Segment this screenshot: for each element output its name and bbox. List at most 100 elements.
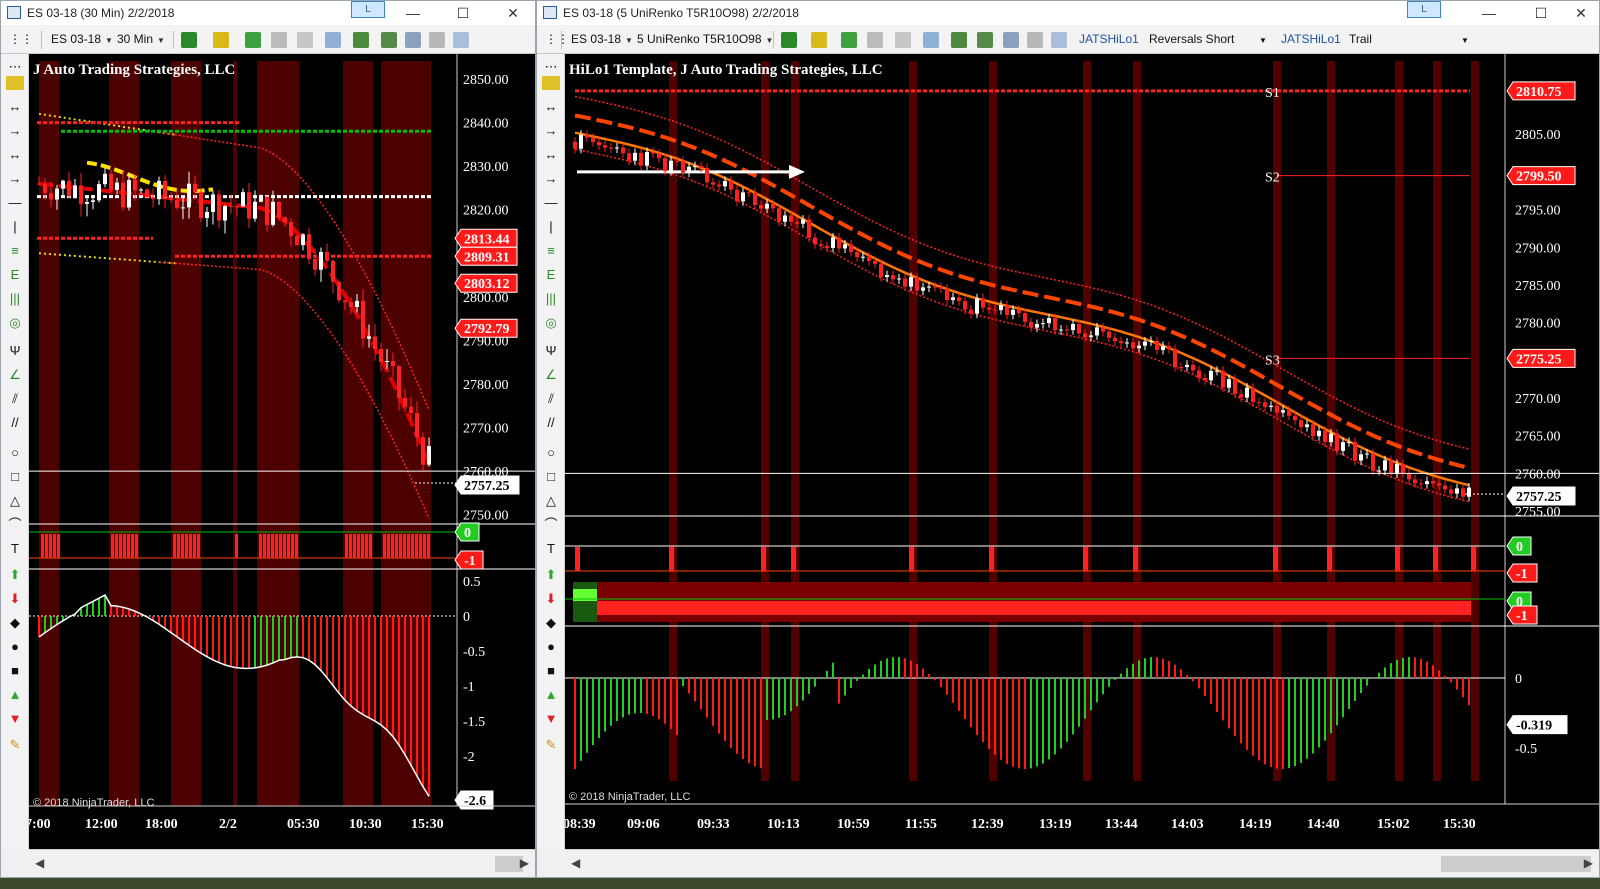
right-chart-canvas[interactable]: HiLo1 Template, J Auto Trading Strategie… <box>565 54 1600 851</box>
diamond-icon[interactable]: ◆ <box>6 616 24 630</box>
share-icon[interactable] <box>1027 32 1043 48</box>
arc-icon[interactable]: ⌒ <box>542 518 560 532</box>
interval-selector[interactable]: 5 UniRenko T5R10O98 ▼ <box>637 32 773 46</box>
arrow-line-icon[interactable]: → <box>6 172 24 186</box>
triangle-down-icon[interactable]: ▼ <box>6 712 24 726</box>
triangle-down-icon[interactable]: ▼ <box>542 712 560 726</box>
fib-circle-icon[interactable]: ◎ <box>6 316 24 330</box>
data-box-icon[interactable] <box>977 32 993 48</box>
vertical-line-icon[interactable]: | <box>6 220 24 234</box>
interval-selector[interactable]: 30 Min ▼ <box>117 32 165 46</box>
properties-icon[interactable] <box>951 32 967 48</box>
text-icon[interactable]: T <box>6 542 24 556</box>
left-horizontal-scrollbar[interactable]: ◀ ▶ <box>29 849 535 877</box>
instrument-selector[interactable]: ES 03-18 ▼ <box>571 32 633 46</box>
right-horizontal-scrollbar[interactable]: ◀ ▶ <box>565 849 1599 877</box>
ruler-icon[interactable] <box>6 76 24 90</box>
ray-icon[interactable]: → <box>542 124 560 138</box>
arrow-up-icon[interactable]: ⬆ <box>6 568 24 582</box>
link-button[interactable]: L <box>1407 1 1441 18</box>
ellipse-icon[interactable]: ○ <box>542 446 560 460</box>
fib-circle-icon[interactable]: ◎ <box>542 316 560 330</box>
indicator-button-hilo-2[interactable]: JATSHiLo1 <box>1281 32 1341 46</box>
gann-fan-icon[interactable]: ∠ <box>6 368 24 382</box>
close-button[interactable]: ✕ <box>1561 4 1599 22</box>
pointer-icon[interactable] <box>297 32 313 48</box>
minimize-button[interactable]: — <box>393 4 433 22</box>
rectangle-icon[interactable]: □ <box>542 470 560 484</box>
add-indicator-icon[interactable] <box>841 32 857 48</box>
fib-time-icon[interactable]: ||| <box>542 292 560 306</box>
scroll-left-icon[interactable]: ◀ <box>571 856 580 870</box>
ruler-icon[interactable] <box>542 76 560 90</box>
scroll-thumb[interactable] <box>1441 856 1591 872</box>
arrow-down-icon[interactable]: ⬇ <box>542 592 560 606</box>
line-icon[interactable]: ↔ <box>6 100 24 114</box>
left-chart-panel[interactable]: J Auto Trading Strategies, LLC 2850.00 284… <box>29 54 536 851</box>
fib-extension-icon[interactable]: E <box>6 268 24 282</box>
arrow-up-icon[interactable]: ⬆ <box>542 568 560 582</box>
scroll-left-icon[interactable]: ◀ <box>35 856 44 870</box>
bars-type-icon[interactable] <box>781 32 797 48</box>
zoom-icon[interactable] <box>325 32 341 48</box>
fibonacci-icon[interactable]: ≡ <box>6 244 24 258</box>
ray-icon[interactable]: → <box>6 124 24 138</box>
triangle-icon[interactable]: △ <box>6 494 24 508</box>
arrow-line-icon[interactable]: → <box>542 172 560 186</box>
triangle-up-icon[interactable]: ▲ <box>6 688 24 702</box>
scroll-right-icon[interactable]: ▶ <box>1584 856 1593 870</box>
channel-icon[interactable]: // <box>542 416 560 430</box>
dot-icon[interactable]: ● <box>6 640 24 654</box>
scroll-right-icon[interactable]: ▶ <box>520 856 529 870</box>
horizontal-line-icon[interactable]: — <box>6 196 24 210</box>
fib-time-icon[interactable]: ||| <box>6 292 24 306</box>
maximize-button[interactable]: ☐ <box>1521 4 1561 22</box>
extended-line-icon[interactable]: ↔ <box>542 148 560 162</box>
mode-selector-2[interactable]: Trail <box>1349 32 1372 46</box>
fib-extension-icon[interactable]: E <box>542 268 560 282</box>
snapshot-icon[interactable] <box>1003 32 1019 48</box>
regression-channel-icon[interactable]: ⫽ <box>6 392 24 406</box>
triangle-up-icon[interactable]: ▲ <box>542 688 560 702</box>
andrews-pitchfork-icon[interactable]: Ψ <box>542 344 560 358</box>
maximize-button[interactable]: ☐ <box>443 4 483 22</box>
close-button[interactable]: ✕ <box>493 4 533 22</box>
share-icon[interactable] <box>429 32 445 48</box>
line-icon[interactable]: ↔ <box>542 100 560 114</box>
zoom-icon[interactable] <box>923 32 939 48</box>
chevron-down-icon[interactable]: ▼ <box>1259 36 1267 45</box>
left-chart-canvas[interactable]: J Auto Trading Strategies, LLC 2850.00 284… <box>29 54 536 851</box>
bars-type-icon[interactable] <box>181 32 197 48</box>
drawing-pencil-icon[interactable] <box>213 32 229 48</box>
remove-drawings-icon[interactable]: ✎ <box>542 738 560 752</box>
rectangle-icon[interactable]: □ <box>6 470 24 484</box>
ellipse-icon[interactable]: ○ <box>6 446 24 460</box>
link-button[interactable]: L <box>351 1 385 18</box>
minimize-button[interactable]: — <box>1469 4 1509 22</box>
remove-drawings-icon[interactable]: ✎ <box>6 738 24 752</box>
arc-icon[interactable]: ⌒ <box>6 518 24 532</box>
instrument-selector[interactable]: ES 03-18 ▼ <box>51 32 113 46</box>
templates-icon[interactable] <box>1051 32 1067 48</box>
triangle-icon[interactable]: △ <box>542 494 560 508</box>
channel-icon[interactable]: // <box>6 416 24 430</box>
mode-selector-1[interactable]: Reversals Short <box>1149 32 1234 46</box>
properties-icon[interactable] <box>353 32 369 48</box>
square-icon[interactable]: ■ <box>542 664 560 678</box>
templates-icon[interactable] <box>453 32 469 48</box>
chevron-down-icon[interactable]: ▼ <box>1461 36 1469 45</box>
add-indicator-icon[interactable] <box>245 32 261 48</box>
andrews-pitchfork-icon[interactable]: Ψ <box>6 344 24 358</box>
dot-icon[interactable]: ● <box>542 640 560 654</box>
crosshair-icon[interactable] <box>895 32 911 48</box>
indicator-button-hilo-1[interactable]: JATSHiLo1 <box>1079 32 1139 46</box>
regression-channel-icon[interactable]: ⫽ <box>542 392 560 406</box>
data-box-icon[interactable] <box>381 32 397 48</box>
fibonacci-icon[interactable]: ≡ <box>542 244 560 258</box>
drawing-pencil-icon[interactable] <box>811 32 827 48</box>
vertical-line-icon[interactable]: | <box>542 220 560 234</box>
snapshot-icon[interactable] <box>405 32 421 48</box>
arrow-down-icon[interactable]: ⬇ <box>6 592 24 606</box>
extended-line-icon[interactable]: ↔ <box>6 148 24 162</box>
strategies-icon[interactable] <box>867 32 883 48</box>
